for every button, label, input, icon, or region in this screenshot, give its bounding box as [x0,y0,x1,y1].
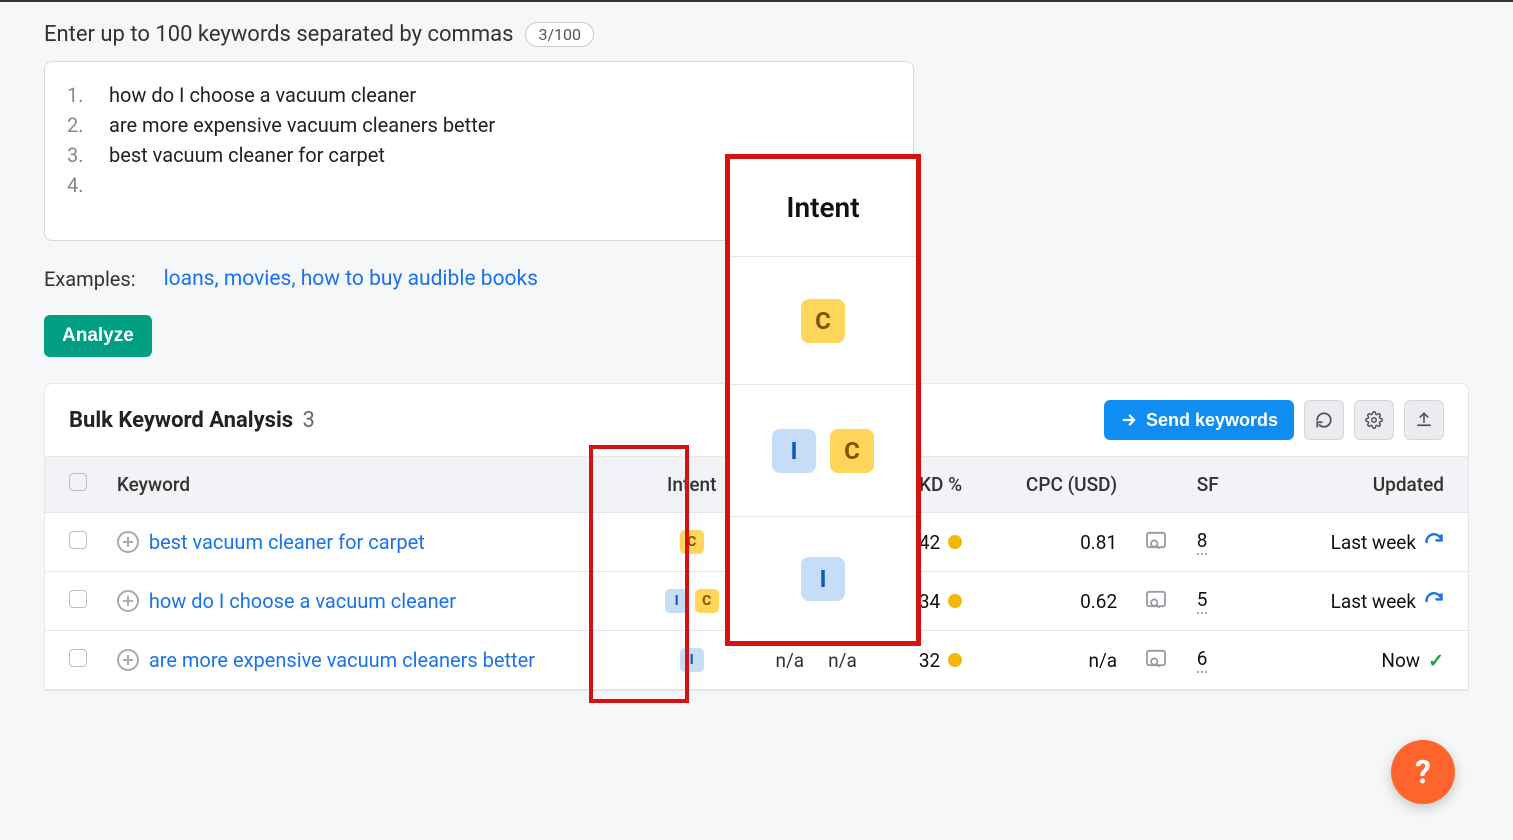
row-checkbox[interactable] [69,590,87,608]
intent-badge-c: C [680,530,704,554]
expand-icon[interactable] [117,649,139,671]
trend-na: n/a [828,649,857,672]
intent-badge-i: I [680,648,704,672]
expand-icon[interactable] [117,531,139,553]
serp-features-icon[interactable] [1145,590,1167,608]
table-row: are more expensive vacuum cleaners bette… [45,631,1468,690]
help-fab[interactable]: ? [1391,740,1455,804]
column-updated[interactable]: Updated [1241,457,1468,513]
serp-features-icon[interactable] [1145,531,1167,549]
keyword-link[interactable]: best vacuum cleaner for carpet [149,530,425,554]
expand-icon[interactable] [117,590,139,612]
refresh-icon [1315,411,1333,429]
keyword-count-badge: 3/100 [525,22,594,47]
updated-text: Last week [1331,590,1416,613]
keywords-input[interactable]: how do I choose a vacuum cleaner are mor… [44,61,914,241]
kd-value: 32 [919,649,940,672]
select-all-checkbox[interactable] [69,473,87,491]
sf-value[interactable]: 6 [1197,647,1208,673]
results-panel: Bulk Keyword Analysis 3 Send keywords [44,383,1469,691]
column-sf[interactable]: SF [1183,457,1241,513]
analyze-button[interactable]: Analyze [44,315,152,357]
row-checkbox[interactable] [69,531,87,549]
table-row: how do I choose a vacuum cleaner I C 34 … [45,572,1468,631]
intent-badge-i: I [665,589,689,613]
column-cpc[interactable]: CPC (USD) [976,457,1131,513]
export-button[interactable] [1404,400,1444,440]
updated-text: Last week [1331,531,1416,554]
row-refresh-icon[interactable] [1424,532,1444,552]
kd-value: 42 [919,531,940,554]
send-icon [1120,411,1138,429]
examples-label: Examples: [44,267,136,291]
check-icon: ✓ [1428,649,1444,672]
sf-value[interactable]: 8 [1197,529,1208,555]
kd-dot-icon [948,594,962,608]
row-refresh-icon[interactable] [1424,591,1444,611]
column-keyword[interactable]: Keyword [103,457,626,513]
keyword-line[interactable]: are more expensive vacuum cleaners bette… [109,110,495,140]
kd-value: 34 [919,590,940,613]
cpc-value: n/a [976,631,1131,690]
keyword-link[interactable]: are more expensive vacuum cleaners bette… [149,648,535,672]
results-count: 3 [303,408,315,433]
trend-sparkline [772,530,828,554]
cpc-value: 0.81 [976,513,1131,572]
table-row: best vacuum cleaner for carpet C 42 0.81… [45,513,1468,572]
page-title: Enter up to 100 keywords separated by co… [44,22,513,47]
trend-na-extra: n/a [775,649,804,672]
settings-button[interactable] [1354,400,1394,440]
intent-badge-c: C [695,589,719,613]
kd-dot-icon [948,535,962,549]
keyword-line[interactable]: best vacuum cleaner for carpet [109,140,385,170]
send-keywords-button[interactable]: Send keywords [1104,400,1294,440]
kd-dot-icon [948,653,962,667]
trend-sparkline [772,589,828,613]
column-intent[interactable]: Intent [626,457,758,513]
sf-value[interactable]: 5 [1197,588,1208,614]
column-kd[interactable]: KD % [871,457,976,513]
export-icon [1415,411,1433,429]
refresh-button[interactable] [1304,400,1344,440]
examples-link[interactable]: loans, movies, how to buy audible books [164,267,538,291]
row-checkbox[interactable] [69,649,87,667]
keyword-line[interactable]: how do I choose a vacuum cleaner [109,80,416,110]
updated-text: Now [1381,649,1420,672]
serp-features-icon[interactable] [1145,649,1167,667]
cpc-value: 0.62 [976,572,1131,631]
gear-icon [1365,411,1383,429]
send-keywords-label: Send keywords [1146,410,1278,431]
column-trend[interactable]: end [758,457,871,513]
results-title: Bulk Keyword Analysis [69,408,293,433]
keyword-link[interactable]: how do I choose a vacuum cleaner [149,589,456,613]
